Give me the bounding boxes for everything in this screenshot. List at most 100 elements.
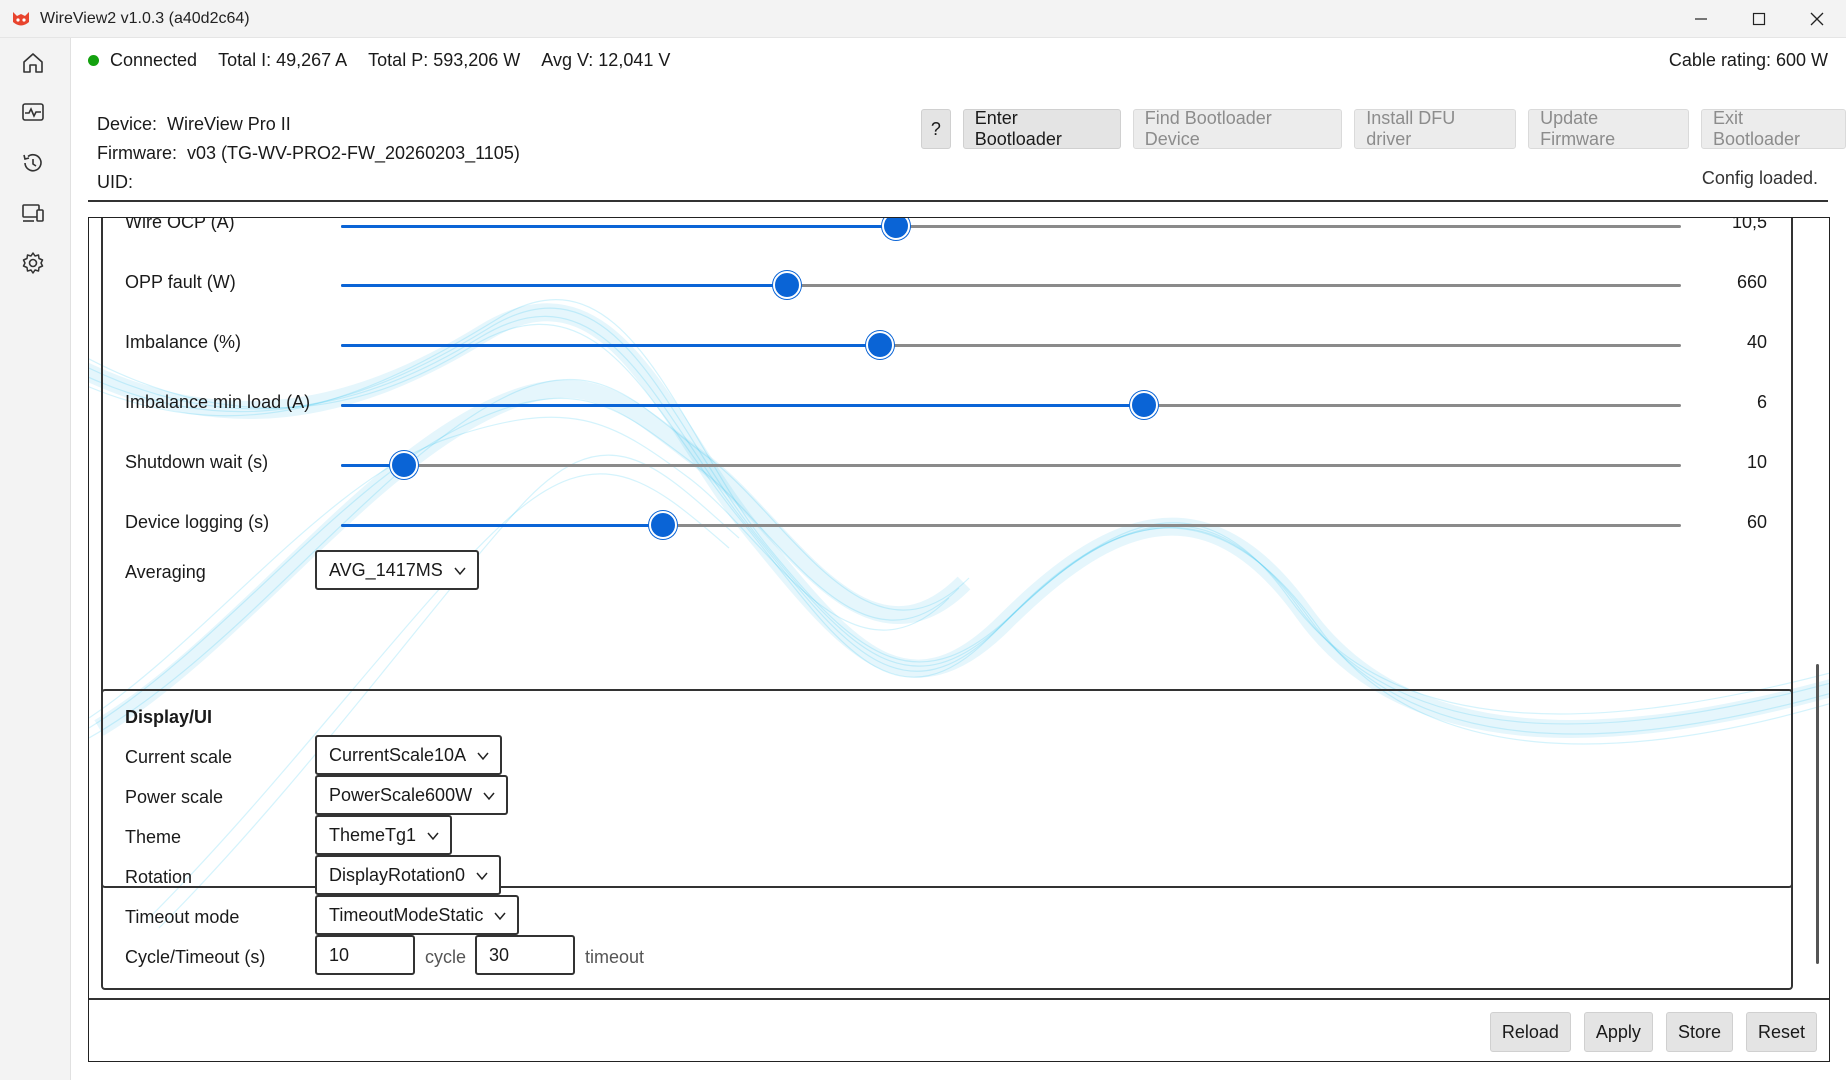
footer-divider bbox=[89, 998, 1829, 1000]
nav-home[interactable] bbox=[18, 48, 48, 78]
averaging-select[interactable]: AVG_1417MS bbox=[315, 550, 479, 590]
action-buttons: Reload Apply Store Reset bbox=[1489, 1012, 1817, 1052]
wire-ocp-label: Wire OCP (A) bbox=[125, 217, 235, 232]
connection-status: Connected bbox=[110, 50, 198, 70]
wire-ocp-value: 10,5 bbox=[1731, 217, 1767, 232]
nav-settings[interactable] bbox=[18, 248, 48, 278]
rotation-label: Rotation bbox=[125, 867, 193, 887]
shutdown-wait-slider-thumb[interactable] bbox=[389, 451, 418, 479]
cable-rating: Cable rating: 600 W bbox=[1668, 50, 1828, 70]
device-value: WireView Pro II bbox=[167, 114, 291, 134]
device-logging-value: 60 bbox=[1746, 512, 1767, 532]
imbalance-min-load-value: 6 bbox=[1756, 392, 1767, 412]
current-scale-label: Current scale bbox=[125, 747, 233, 767]
imbalance-slider-fill bbox=[341, 344, 880, 347]
opp-fault-label: OPP fault (W) bbox=[125, 272, 236, 292]
averaging-label: Averaging bbox=[125, 562, 206, 582]
window-title: WireView2 v1.0.3 (a40d2c64) bbox=[40, 9, 250, 27]
reload-button[interactable]: Reload bbox=[1489, 1012, 1571, 1052]
minimize-button[interactable] bbox=[1672, 0, 1730, 38]
total-power: Total P: 593,206 W bbox=[368, 50, 521, 70]
power-scale-select[interactable]: PowerScale600W bbox=[315, 775, 509, 815]
theme-value: ThemeTg1 bbox=[329, 824, 417, 845]
current-scale-select[interactable]: CurrentScale10A bbox=[315, 735, 503, 775]
imbalance-min-load-slider[interactable] bbox=[341, 391, 1681, 419]
opp-fault-slider-thumb[interactable] bbox=[773, 271, 802, 299]
timeout-mode-value: TimeoutModeStatic bbox=[329, 904, 484, 925]
close-icon bbox=[1810, 12, 1824, 26]
maximize-button[interactable] bbox=[1730, 0, 1788, 38]
reset-button[interactable]: Reset bbox=[1745, 1012, 1817, 1052]
imbalance-slider-thumb[interactable] bbox=[865, 331, 894, 359]
help-button[interactable]: ? bbox=[921, 109, 951, 149]
wire-ocp-slider-thumb[interactable] bbox=[881, 218, 910, 240]
theme-select[interactable]: ThemeTg1 bbox=[315, 815, 453, 855]
device-logging-slider-thumb[interactable] bbox=[648, 511, 677, 539]
timeout-mode-label: Timeout mode bbox=[125, 907, 240, 927]
app-logo-icon bbox=[13, 11, 29, 25]
cycle-suffix: cycle bbox=[425, 947, 467, 967]
average-voltage: Avg V: 12,041 V bbox=[541, 50, 671, 70]
monitor-graph-icon bbox=[22, 103, 44, 121]
sidebar bbox=[0, 38, 71, 1080]
opp-fault-slider[interactable] bbox=[341, 271, 1681, 299]
enter-bootloader-button[interactable]: Enter Bootloader bbox=[962, 108, 1121, 149]
averaging-select-value: AVG_1417MS bbox=[329, 559, 443, 580]
devices-icon bbox=[22, 204, 44, 222]
imbalance-min-load-label: Imbalance min load (A) bbox=[125, 392, 311, 412]
device-logging-slider-fill bbox=[341, 524, 663, 527]
apply-button[interactable]: Apply bbox=[1583, 1012, 1653, 1052]
imbalance-value: 40 bbox=[1746, 332, 1767, 352]
cycle-timeout-label: Cycle/Timeout (s) bbox=[125, 947, 266, 967]
vertical-scrollbar[interactable] bbox=[1816, 664, 1819, 964]
history-icon bbox=[23, 153, 42, 172]
home-icon bbox=[23, 53, 43, 73]
exit-bootloader-button[interactable]: Exit Bootloader bbox=[1700, 108, 1846, 149]
connection-status-dot bbox=[88, 55, 99, 66]
uid-label: UID: bbox=[97, 172, 133, 192]
timeout-mode-select[interactable]: TimeoutModeStatic bbox=[315, 895, 520, 935]
timeout-suffix: timeout bbox=[585, 947, 645, 967]
display-ui-group: Display/UI Current scale CurrentScale10A… bbox=[101, 689, 1793, 990]
settings-icon bbox=[22, 252, 44, 274]
device-info: Device: WireView Pro II Firmware: v03 (T… bbox=[97, 110, 520, 197]
status-bar: Connected Total I: 49,267 A Total P: 593… bbox=[88, 50, 691, 71]
current-scale-value: CurrentScale10A bbox=[329, 744, 467, 765]
minimize-icon bbox=[1695, 18, 1707, 20]
wire-ocp-slider[interactable] bbox=[341, 218, 1681, 240]
install-dfu-button[interactable]: Install DFU driver bbox=[1354, 108, 1517, 149]
cycle-input[interactable]: 10 bbox=[315, 935, 415, 975]
timeout-input[interactable]: 30 bbox=[475, 935, 575, 975]
opp-fault-slider-fill bbox=[341, 284, 788, 287]
opp-fault-value: 660 bbox=[1736, 272, 1767, 292]
firmware-value: v03 (TG-WV-PRO2-FW_20260203_1105) bbox=[187, 143, 520, 163]
power-scale-label: Power scale bbox=[125, 787, 224, 807]
nav-monitor[interactable] bbox=[18, 97, 48, 127]
title-bar: WireView2 v1.0.3 (a40d2c64) bbox=[0, 0, 1846, 38]
device-logging-label: Device logging (s) bbox=[125, 512, 270, 532]
rotation-value: DisplayRotation0 bbox=[329, 864, 466, 885]
imbalance-label: Imbalance (%) bbox=[125, 332, 242, 352]
find-bootloader-button[interactable]: Find Bootloader Device bbox=[1132, 108, 1343, 149]
nav-devices[interactable] bbox=[18, 198, 48, 228]
close-button[interactable] bbox=[1788, 0, 1846, 38]
imbalance-min-load-slider-fill bbox=[341, 404, 1144, 407]
device-logging-slider[interactable] bbox=[341, 511, 1681, 539]
rotation-select[interactable]: DisplayRotation0 bbox=[315, 855, 502, 895]
imbalance-min-load-slider-thumb[interactable] bbox=[1129, 391, 1158, 419]
maximize-icon bbox=[1752, 12, 1766, 26]
store-button[interactable]: Store bbox=[1665, 1012, 1733, 1052]
imbalance-slider[interactable] bbox=[341, 331, 1681, 359]
chevron-down-icon bbox=[477, 752, 489, 761]
chevron-down-icon bbox=[454, 567, 466, 576]
chevron-down-icon bbox=[494, 912, 506, 921]
bootloader-toolbar: ? Enter Bootloader Find Bootloader Devic… bbox=[921, 108, 1846, 149]
chevron-down-icon bbox=[427, 832, 439, 841]
chevron-down-icon bbox=[476, 872, 488, 881]
update-firmware-button[interactable]: Update Firmware bbox=[1528, 108, 1689, 149]
wire-ocp-slider-fill bbox=[341, 225, 896, 228]
shutdown-wait-slider[interactable] bbox=[341, 451, 1681, 479]
total-current: Total I: 49,267 A bbox=[218, 50, 348, 70]
nav-history[interactable] bbox=[18, 148, 48, 178]
shutdown-wait-value: 10 bbox=[1746, 452, 1767, 472]
